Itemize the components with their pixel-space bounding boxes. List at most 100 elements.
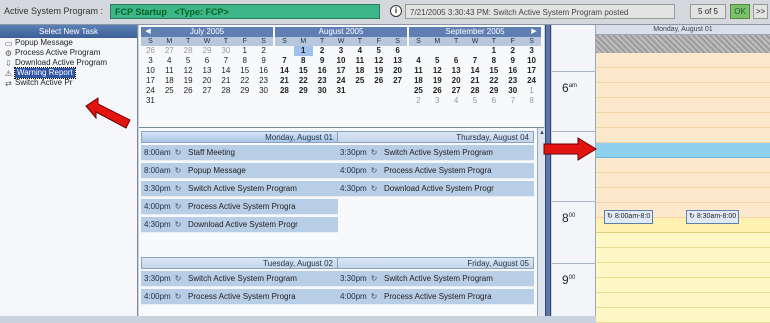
calendar-day[interactable]: 24 [522, 76, 541, 86]
calendar-day[interactable]: 30 [216, 46, 235, 56]
calendar-day[interactable]: 18 [409, 76, 428, 86]
calendar-day[interactable]: 15 [294, 66, 313, 76]
time-slot[interactable] [596, 263, 770, 278]
calendar-day[interactable]: 6 [388, 46, 407, 56]
task-download-active-program[interactable]: ⇩ Download Active Program [0, 58, 137, 68]
calendar-day[interactable]: 15 [484, 66, 503, 76]
task-process-active-program[interactable]: ⚙ Process Active Program [0, 48, 137, 58]
calendar-day[interactable]: 11 [350, 56, 369, 66]
calendar-day[interactable]: 8 [235, 56, 254, 66]
agenda-item[interactable]: 3:30pm ↻ Switch Active System Program [141, 271, 338, 287]
calendar-day[interactable]: 2 [409, 96, 428, 106]
calendar-day[interactable]: 27 [198, 86, 217, 96]
calendar-day[interactable]: 26 [141, 46, 160, 56]
calendar-day[interactable]: 29 [484, 86, 503, 96]
calendar-day[interactable]: 16 [503, 66, 522, 76]
calendar-day[interactable] [275, 46, 294, 56]
calendar-day[interactable]: 23 [503, 76, 522, 86]
active-program-field[interactable]: FCP Startup <Type: FCP> [110, 4, 380, 19]
calendar-day[interactable]: 13 [198, 66, 217, 76]
agenda-item[interactable]: 4:00pm ↻ Process Active System Progra [141, 199, 338, 215]
calendar-day[interactable]: 25 [350, 76, 369, 86]
calendar-day[interactable]: 7 [216, 56, 235, 66]
calendar-day[interactable] [409, 46, 428, 56]
time-slot[interactable] [596, 188, 770, 203]
calendar-day[interactable]: 20 [388, 66, 407, 76]
calendar-day[interactable]: 27 [160, 46, 179, 56]
agenda-item[interactable]: 4:00pm ↻ Process Active System Progra [337, 289, 534, 305]
time-slot[interactable] [596, 158, 770, 173]
time-slot[interactable] [596, 68, 770, 83]
all-day-band[interactable] [596, 35, 770, 53]
calendar-day[interactable]: 30 [503, 86, 522, 96]
calendar-day[interactable]: 1 [293, 46, 313, 56]
calendar-day[interactable]: 16 [254, 66, 273, 76]
calendar-day[interactable]: 26 [179, 86, 198, 96]
calendar-day[interactable]: 2 [503, 46, 522, 56]
calendar-day[interactable]: 6 [198, 56, 217, 66]
calendar-day[interactable]: 9 [503, 56, 522, 66]
calendar-day[interactable]: 26 [428, 86, 447, 96]
calendar-day[interactable]: 28 [466, 86, 485, 96]
calendar-day[interactable]: 30 [313, 86, 332, 96]
more-button[interactable]: >> [753, 4, 768, 19]
pane-splitter[interactable] [545, 25, 551, 316]
calendar-day[interactable]: 28 [179, 46, 198, 56]
calendar-day[interactable]: 14 [466, 66, 485, 76]
appointment-block[interactable]: ↻ 8:30am-8:00 [686, 210, 740, 224]
day-grid-slots[interactable]: Monday, August 01 [596, 25, 770, 323]
calendar-day[interactable]: 9 [254, 56, 273, 66]
calendar-day[interactable]: 28 [216, 86, 235, 96]
calendar-day[interactable]: 13 [447, 66, 466, 76]
prev-month-icon[interactable]: ◀ [143, 27, 153, 37]
time-slot[interactable] [596, 143, 770, 158]
time-slot[interactable] [596, 293, 770, 308]
agenda-item[interactable]: 3:30pm ↻ Switch Active System Program [141, 181, 338, 197]
calendar-day[interactable]: 18 [350, 66, 369, 76]
info-icon[interactable]: i [390, 5, 402, 17]
calendar-day[interactable]: 4 [160, 56, 179, 66]
calendar-day[interactable]: 21 [466, 76, 485, 86]
calendar-day[interactable]: 11 [409, 66, 428, 76]
ok-button[interactable]: OK [730, 4, 750, 19]
calendar-day[interactable]: 3 [141, 56, 160, 66]
calendar-day[interactable]: 27 [388, 76, 407, 86]
calendar-day[interactable]: 20 [198, 76, 217, 86]
calendar-day[interactable]: 31 [141, 96, 160, 106]
calendar-day[interactable]: 13 [388, 56, 407, 66]
agenda-item[interactable]: 4:30pm ↻ Download Active System Progr [141, 217, 338, 233]
calendar-day[interactable]: 8 [294, 56, 313, 66]
calendar-day[interactable]: 8 [522, 96, 541, 106]
calendar-day[interactable]: 3 [428, 96, 447, 106]
calendar-day[interactable]: 22 [484, 76, 503, 86]
calendar-day[interactable]: 12 [428, 66, 447, 76]
calendar-day[interactable]: 5 [466, 96, 485, 106]
calendar-day[interactable]: 24 [332, 76, 351, 86]
calendar-day[interactable]: 9 [313, 56, 332, 66]
calendar-day[interactable]: 7 [503, 96, 522, 106]
time-slot[interactable] [596, 128, 770, 143]
calendar-day[interactable]: 29 [235, 86, 254, 96]
time-slot[interactable] [596, 98, 770, 113]
calendar-day[interactable]: 25 [409, 86, 428, 96]
calendar-day[interactable]: 21 [275, 76, 294, 86]
calendar-day[interactable]: 17 [522, 66, 541, 76]
calendar-day[interactable]: 29 [294, 86, 313, 96]
calendar-day[interactable]: 4 [447, 96, 466, 106]
calendar-day[interactable]: 2 [313, 46, 332, 56]
task-switch-active-program[interactable]: ⇄ Switch Active Pr [0, 78, 137, 88]
calendar-day[interactable]: 1 [484, 46, 503, 56]
time-slot[interactable] [596, 113, 770, 128]
calendar-day[interactable]: 23 [313, 76, 332, 86]
time-slot[interactable] [596, 53, 770, 68]
calendar-day[interactable]: 17 [141, 76, 160, 86]
calendar-day[interactable]: 14 [216, 66, 235, 76]
time-slot[interactable] [596, 173, 770, 188]
calendar-day[interactable] [428, 46, 447, 56]
calendar-day[interactable]: 24 [141, 86, 160, 96]
calendar-day[interactable]: 5 [428, 56, 447, 66]
calendar-day[interactable]: 10 [141, 66, 160, 76]
calendar-day[interactable]: 12 [179, 66, 198, 76]
appointment-block[interactable]: ↻ 8:00am-8:0 [604, 210, 654, 224]
time-slot[interactable] [596, 83, 770, 98]
